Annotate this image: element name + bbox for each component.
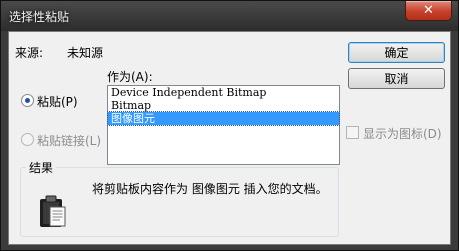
list-item-device-independent-bitmap[interactable]: Device Independent Bitmap (108, 86, 339, 99)
ok-button[interactable]: 确定 (348, 42, 445, 63)
paste-special-dialog: 选择性粘贴 ✕ 来源: 未知源 作为(A): 粘贴(P) 粘贴链接(L) Dev… (0, 0, 459, 251)
list-item-picture-metafile[interactable]: 图像图元 (107, 111, 340, 126)
clipboard-icon (40, 195, 66, 227)
paste-radio[interactable] (21, 94, 34, 107)
paste-link-radio[interactable] (21, 133, 34, 146)
list-item-bitmap[interactable]: Bitmap (108, 99, 339, 112)
source-label: 来源: (15, 46, 44, 60)
source-value: 未知源 (67, 46, 104, 60)
result-group-title: 结果 (26, 159, 57, 176)
dialog-title: 选择性粘贴 (9, 10, 70, 24)
display-as-icon-checkbox[interactable] (346, 126, 359, 139)
paste-radio-label[interactable]: 粘贴(P) (37, 93, 78, 110)
as-label: 作为(A): (107, 70, 153, 84)
paste-link-radio-label[interactable]: 粘贴链接(L) (37, 132, 101, 149)
format-listbox[interactable]: Device Independent Bitmap Bitmap 图像图元 (107, 85, 340, 165)
close-button[interactable]: ✕ (405, 1, 452, 21)
cancel-button[interactable]: 取消 (348, 68, 445, 89)
title-bar[interactable]: 选择性粘贴 ✕ (1, 1, 458, 31)
dialog-body: 来源: 未知源 作为(A): 粘贴(P) 粘贴链接(L) Device Inde… (8, 31, 451, 245)
display-as-icon-label[interactable]: 显示为图标(D) (363, 125, 442, 142)
result-description: 将剪贴板内容作为 图像图元 插入您的文档。 (92, 182, 328, 196)
